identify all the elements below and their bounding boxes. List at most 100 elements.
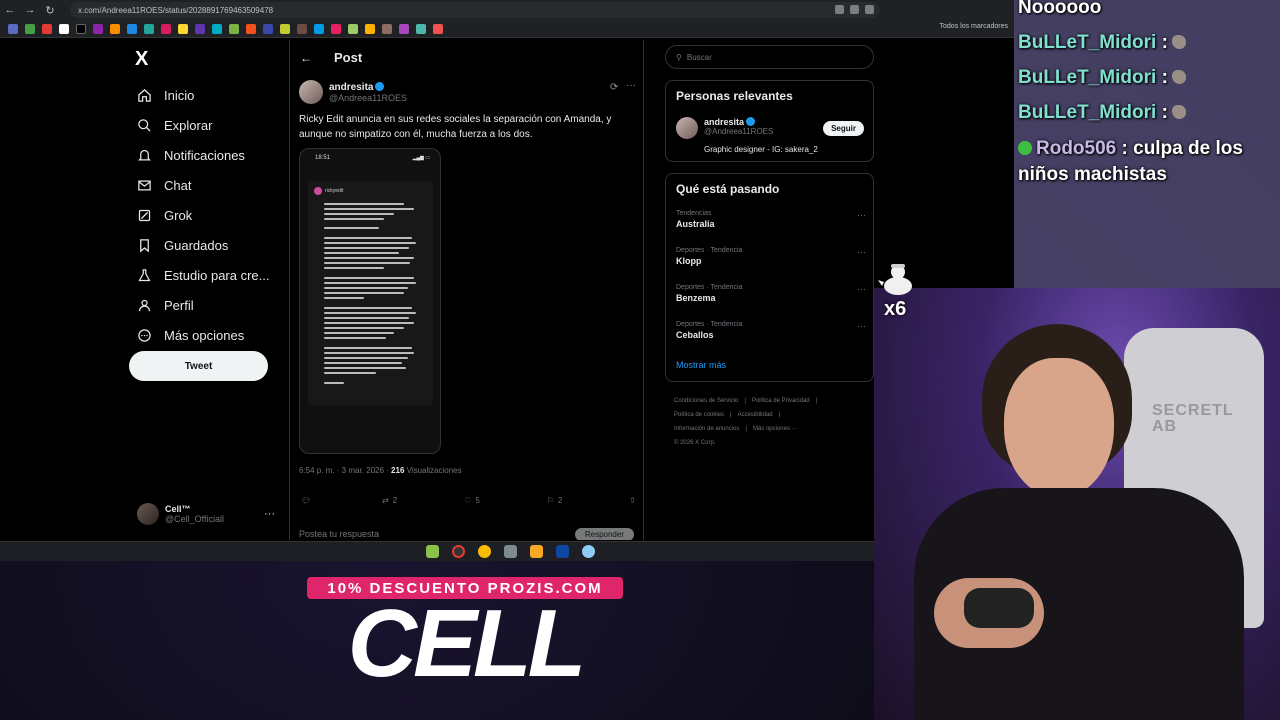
more-dots-icon[interactable]: ··· bbox=[264, 508, 275, 520]
bookmark-icon[interactable] bbox=[416, 23, 426, 34]
back-arrow-icon[interactable]: ← bbox=[0, 0, 20, 20]
more-dots-icon[interactable]: ··· bbox=[857, 284, 866, 294]
reply-submit-button[interactable]: Responder bbox=[574, 528, 634, 540]
reply-input[interactable]: Postea tu respuesta bbox=[299, 529, 379, 539]
star-icon[interactable] bbox=[865, 5, 874, 14]
sidebar-item-notificaciones[interactable]: Notificaciones bbox=[136, 140, 270, 170]
footer-link[interactable]: Accesibilidad bbox=[738, 412, 773, 418]
bookmark-icon[interactable] bbox=[212, 23, 222, 34]
avatar[interactable] bbox=[676, 117, 698, 139]
more-dots-icon[interactable]: ··· bbox=[857, 247, 866, 257]
like-button[interactable]: ♡ 5 bbox=[464, 496, 480, 505]
sidebar-item-perfil[interactable]: Perfil bbox=[136, 290, 270, 320]
bookmark-icon[interactable] bbox=[76, 23, 86, 34]
avatar[interactable] bbox=[299, 80, 323, 104]
relevant-user[interactable]: andresita @Andreea11ROES bbox=[676, 117, 773, 139]
sidebar-item-guardados[interactable]: Guardados bbox=[136, 230, 270, 260]
bookmark-icon[interactable] bbox=[42, 23, 52, 34]
trend-item[interactable]: Tendencias Australia ··· bbox=[676, 210, 866, 229]
story-text-line bbox=[324, 307, 412, 309]
sidebar-item-label: Perfil bbox=[164, 297, 194, 313]
bookmark-icon[interactable] bbox=[25, 23, 35, 34]
tweet-button[interactable]: Tweet bbox=[129, 351, 268, 381]
bookmark-icon[interactable] bbox=[314, 23, 324, 34]
address-bar[interactable]: x.com/Andreea11ROES/status/2028891769463… bbox=[70, 2, 880, 18]
trend-item[interactable]: Deportes · Tendencia Benzema ··· bbox=[676, 284, 866, 303]
back-arrow-icon[interactable]: ← bbox=[300, 51, 312, 65]
bookmark-icon[interactable] bbox=[297, 23, 307, 34]
share-button[interactable]: ⇧ bbox=[629, 496, 636, 505]
bookmark-icon[interactable] bbox=[59, 23, 69, 34]
share-icon[interactable] bbox=[850, 5, 859, 14]
show-more-link[interactable]: Mostrar más bbox=[676, 360, 726, 370]
x-logo[interactable]: X bbox=[135, 48, 148, 71]
sidebar-item-label: Explorar bbox=[164, 117, 213, 133]
more-dots-icon[interactable]: ··· bbox=[857, 321, 866, 331]
sidebar-item-explorar[interactable]: Explorar bbox=[136, 110, 270, 140]
post-timestamp[interactable]: 6:54 p. m. · 3 mar. 2026 · bbox=[299, 466, 391, 475]
bookmark-icon[interactable] bbox=[93, 23, 103, 34]
bookmark-icon[interactable] bbox=[280, 23, 290, 34]
more-dots-icon[interactable]: ··· bbox=[857, 210, 866, 220]
author-handle[interactable]: @Andreea11ROES bbox=[329, 93, 407, 103]
photoshop-icon[interactable] bbox=[556, 545, 569, 558]
bookmark-icon[interactable] bbox=[433, 23, 443, 34]
repost-button[interactable]: ⇄ 2 bbox=[382, 496, 397, 505]
verified-badge-icon bbox=[375, 81, 385, 91]
footer-separator: | bbox=[815, 398, 818, 404]
grok-analyze-icon[interactable]: ⟳ bbox=[610, 82, 618, 93]
bookmark-icon[interactable] bbox=[8, 23, 18, 34]
account-switcher[interactable]: Cell™ @Cell_Officiall bbox=[137, 503, 224, 525]
footer-link[interactable]: Condiciones de Servicio bbox=[674, 398, 738, 404]
bookmark-icon[interactable] bbox=[144, 23, 154, 34]
bookmark-icon[interactable] bbox=[178, 23, 188, 34]
obs-icon[interactable] bbox=[452, 545, 465, 558]
zoom-icon[interactable] bbox=[835, 5, 844, 14]
bookmark-button[interactable]: ⚐ 2 bbox=[547, 496, 563, 505]
search-input[interactable]: ⚲ Buscar bbox=[665, 45, 874, 69]
chat-message: BuLLeT_Midori : bbox=[1018, 30, 1186, 56]
bookmark-icon[interactable] bbox=[331, 23, 341, 34]
account-handle: @Cell_Officiall bbox=[165, 514, 224, 524]
bookmark-icon[interactable] bbox=[110, 23, 120, 34]
footer-link[interactable]: Más opciones ··· bbox=[753, 426, 798, 432]
bookmark-icon[interactable] bbox=[263, 23, 273, 34]
bookmark-icon[interactable] bbox=[246, 23, 256, 34]
trend-item[interactable]: Deportes · Tendencia Klopp ··· bbox=[676, 247, 866, 266]
sidebar-item-chat[interactable]: Chat bbox=[136, 170, 270, 200]
url-text[interactable]: x.com/Andreea11ROES/status/2028891769463… bbox=[78, 6, 273, 15]
author-name[interactable]: andresita bbox=[329, 82, 373, 93]
bookmark-icon[interactable] bbox=[161, 23, 171, 34]
folder-icon[interactable] bbox=[530, 545, 543, 558]
all-bookmarks-folder[interactable]: Todos los marcadores bbox=[940, 23, 1008, 30]
bookmark-icon[interactable] bbox=[365, 23, 375, 34]
sidebar-item-inicio[interactable]: Inicio bbox=[136, 80, 270, 110]
bookmark-icon[interactable] bbox=[399, 23, 409, 34]
bookmark-icon[interactable] bbox=[229, 23, 239, 34]
bookmark-icon[interactable] bbox=[127, 23, 137, 34]
chrome-icon[interactable] bbox=[478, 545, 491, 558]
post-image[interactable]: 18:51 ▂▄▆ ▭ rickyedit bbox=[299, 148, 441, 454]
app-icon[interactable] bbox=[582, 545, 595, 558]
bookmark-icon[interactable] bbox=[348, 23, 358, 34]
relevant-user-handle[interactable]: @Andreea11ROES bbox=[704, 127, 773, 136]
footer-link[interactable]: Información de anuncios bbox=[674, 426, 739, 432]
sidebar-item-estudio[interactable]: Estudio para cre... bbox=[136, 260, 270, 290]
footer-link[interactable]: Política de cookies bbox=[674, 412, 724, 418]
bookmark-icon[interactable] bbox=[382, 23, 392, 34]
relevant-user-name[interactable]: andresita bbox=[704, 117, 744, 127]
forward-arrow-icon[interactable]: → bbox=[20, 0, 40, 20]
trend-item[interactable]: Deportes · Tendencia Ceballos ··· bbox=[676, 321, 866, 340]
follow-button[interactable]: Seguir bbox=[823, 121, 864, 136]
app-icon[interactable] bbox=[426, 545, 439, 558]
more-dots-icon[interactable]: ··· bbox=[626, 80, 636, 91]
app-icon[interactable] bbox=[504, 545, 517, 558]
post-author[interactable]: andresita @Andreea11ROES bbox=[299, 80, 407, 104]
bookmark-icon[interactable] bbox=[195, 23, 205, 34]
sidebar-item-grok[interactable]: Grok bbox=[136, 200, 270, 230]
sidebar-item-mas-opciones[interactable]: Más opciones bbox=[136, 320, 270, 350]
reload-icon[interactable]: ↻ bbox=[40, 0, 60, 20]
reply-button[interactable]: 💬︎ bbox=[301, 496, 315, 505]
search-icon: ⚲ bbox=[676, 52, 682, 62]
footer-link[interactable]: Política de Privacidad bbox=[752, 398, 810, 404]
